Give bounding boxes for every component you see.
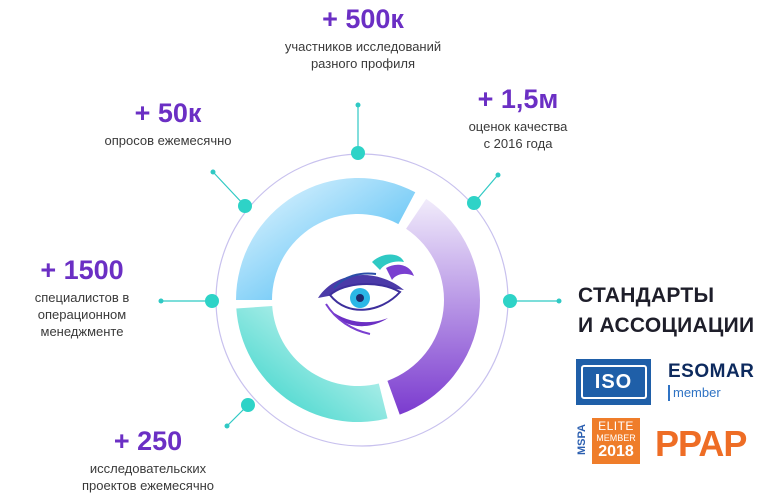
stat-number: + 500к [322, 4, 404, 34]
stat-number: + 1,5м [477, 84, 559, 114]
esomar-logo: ESOMAR member [668, 361, 760, 405]
stat-surveys: + 50к опросов ежемесячно [78, 98, 258, 149]
stat-projects: + 250 исследовательских проектов ежемеся… [58, 426, 238, 494]
stat-description: специалистов в операционном менеджменте [34, 290, 130, 339]
stat-description: опросов ежемесячно [104, 133, 232, 148]
iso-logo: ISO [576, 359, 651, 405]
stat-ratings: + 1,5м оценок качества с 2016 года [438, 84, 598, 152]
stat-number: + 1500 [40, 255, 124, 285]
standards-title: СТАНДАРТЫ И АССОЦИАЦИИ [578, 284, 755, 337]
stat-description: оценок качества с 2016 года [468, 119, 568, 151]
stat-number: + 250 [113, 426, 183, 456]
mspa-elite-logo: MSPA ELITE MEMBER 2018 [576, 416, 640, 464]
stat-specialists: + 1500 специалистов в операционном менед… [12, 255, 152, 340]
stat-description: исследовательских проектов ежемесячно [81, 461, 215, 493]
eye-bird-icon [318, 254, 414, 335]
stat-participants: + 500к участников исследований разного п… [248, 4, 478, 72]
arc-segment-purple [387, 198, 480, 415]
stat-description: участников исследований разного профиля [284, 39, 442, 71]
ppap-logo: PPAP [655, 423, 747, 464]
elite-badge: ELITE MEMBER 2018 [592, 418, 640, 464]
stat-number: + 50к [134, 98, 202, 128]
